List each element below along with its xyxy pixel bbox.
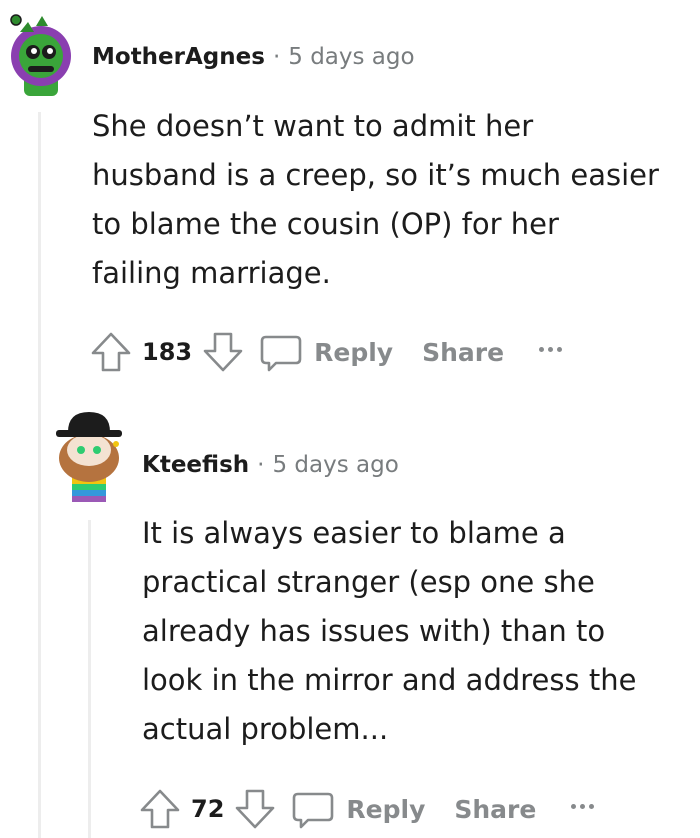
comment-line: already has issues with) than to (142, 614, 606, 648)
reply-button[interactable]: Reply (346, 795, 425, 824)
avatar[interactable] (6, 10, 76, 96)
avatar[interactable] (50, 408, 128, 502)
username[interactable]: Kteefish (142, 452, 249, 478)
upvote-icon[interactable] (137, 786, 183, 832)
comment-body: It is always easier to blame a practical… (142, 509, 636, 754)
comment-line: It is always easier to blame a (142, 516, 566, 550)
snoo-dino-avatar-icon (10, 14, 71, 96)
vote-count: 183 (142, 338, 193, 366)
comment-actions: 183 Reply Share (88, 329, 563, 375)
snoo-bearded-avatar-icon (56, 412, 122, 502)
share-button[interactable]: Share (422, 338, 504, 367)
timestamp[interactable]: 5 days ago (288, 44, 414, 70)
comment-line: She doesn’t want to admit her (92, 109, 534, 143)
comment-line: actual problem... (142, 712, 389, 746)
comment-body: She doesn’t want to admit her husband is… (92, 102, 659, 298)
comment-line: practical stranger (esp one she (142, 565, 595, 599)
comment-header: MotherAgnes · 5 days ago (92, 44, 415, 70)
reply-icon[interactable] (290, 786, 336, 832)
downvote-icon[interactable] (232, 786, 278, 832)
separator-dot: · (272, 44, 281, 70)
comment-actions: 72 Reply Share (137, 786, 595, 832)
share-button[interactable]: Share (454, 795, 536, 824)
reply-button[interactable]: Reply (314, 338, 393, 367)
separator-dot: · (257, 452, 265, 478)
more-options-icon[interactable] (571, 803, 595, 809)
more-options-icon[interactable] (539, 346, 563, 352)
comment-line: husband is a creep, so it’s much easier (92, 158, 659, 192)
comment-line: to blame the cousin (OP) for her (92, 207, 559, 241)
username[interactable]: MotherAgnes (92, 44, 265, 70)
comment-line: failing marriage. (92, 256, 331, 290)
thread-line-nested[interactable] (88, 520, 91, 838)
upvote-icon[interactable] (88, 329, 134, 375)
downvote-icon[interactable] (200, 329, 246, 375)
comment-header: Kteefish · 5 days ago (142, 452, 399, 478)
vote-count: 72 (191, 795, 225, 823)
reply-icon[interactable] (258, 329, 304, 375)
comment-line: look in the mirror and address the (142, 663, 637, 697)
timestamp[interactable]: 5 days ago (272, 452, 398, 478)
thread-line[interactable] (38, 112, 41, 838)
